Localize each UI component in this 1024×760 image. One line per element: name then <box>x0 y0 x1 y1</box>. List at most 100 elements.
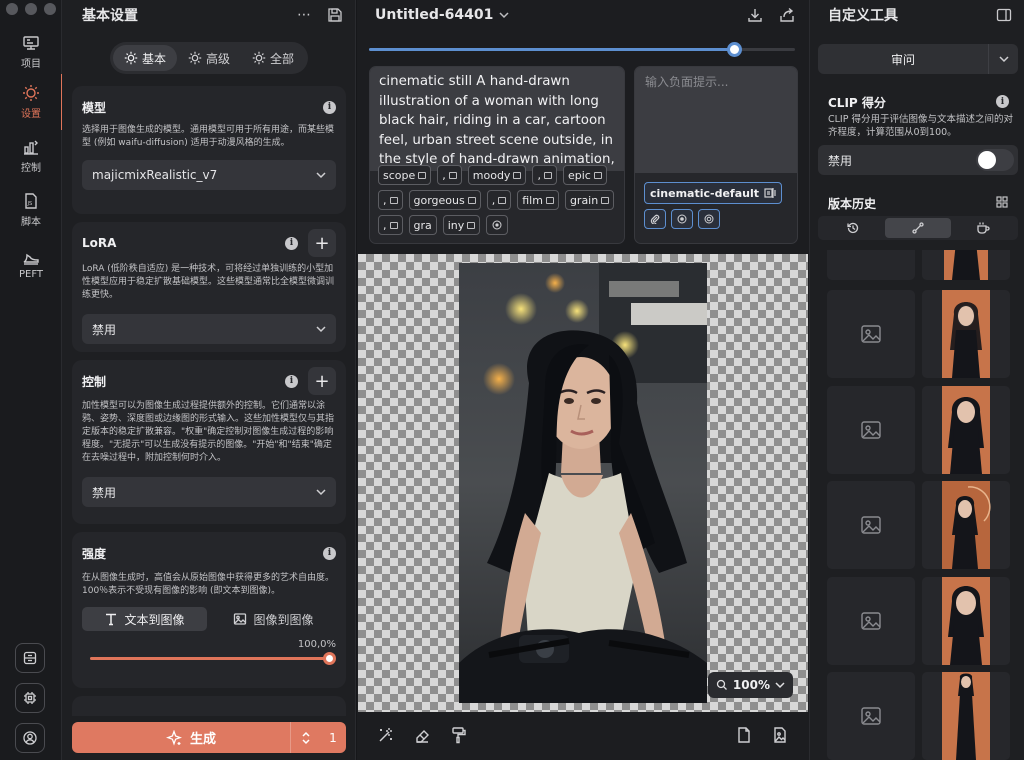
history-row[interactable] <box>810 386 1024 474</box>
chevron-down-icon <box>316 172 326 179</box>
add-lora-button[interactable]: + <box>308 229 336 257</box>
info-icon[interactable]: i <box>323 100 336 114</box>
prompt-chip[interactable]: moody <box>467 165 527 185</box>
chip-edit-icon <box>467 196 476 204</box>
prompt-chip-label: , <box>383 193 387 207</box>
model-select[interactable]: majicmixRealistic_v7 <box>82 160 336 190</box>
prompt-chip[interactable]: , <box>437 165 462 185</box>
history-tab-branch[interactable] <box>885 218 951 238</box>
history-thumbnail[interactable] <box>922 577 1010 665</box>
history-tab-cup[interactable] <box>951 218 1016 238</box>
hardware-button[interactable] <box>15 683 45 713</box>
image-icon <box>234 613 247 625</box>
image-to-image-button[interactable]: 图像到图像 <box>211 607 336 631</box>
history-placeholder <box>827 481 915 569</box>
chevron-down-icon <box>316 326 326 333</box>
record-button[interactable] <box>671 209 693 229</box>
history-thumbnail[interactable] <box>922 290 1010 378</box>
model-card: 模型 i 选择用于图像生成的模型。通用模型可用于所有用途，而某些模型 (例如 w… <box>72 86 346 214</box>
version-history-title: 版本历史 <box>828 197 877 211</box>
history-row[interactable] <box>810 481 1024 569</box>
target-icon <box>704 214 714 224</box>
prompt-chip[interactable]: gra <box>408 215 437 235</box>
add-control-button[interactable]: + <box>308 367 336 395</box>
style-chip[interactable]: cinematic-default <box>644 182 782 204</box>
history-row[interactable] <box>810 672 1024 760</box>
grid-icon[interactable] <box>996 196 1008 208</box>
rail-item-peft[interactable]: PEFT <box>0 242 62 286</box>
interrogate-button[interactable]: 审问 <box>818 51 988 68</box>
zoom-control[interactable]: 100% <box>707 672 793 698</box>
attach-button[interactable] <box>644 209 666 229</box>
count-stepper[interactable] <box>290 722 320 753</box>
document-title-menu[interactable]: Untitled-64401 <box>375 7 509 23</box>
info-icon[interactable]: i <box>996 95 1009 108</box>
layout-toggle-button[interactable] <box>15 643 45 673</box>
maximize-window-button[interactable] <box>44 3 56 15</box>
prompt-chip[interactable]: epic <box>562 165 607 185</box>
generated-image-art <box>459 263 707 703</box>
prompt-chip[interactable]: , <box>532 165 557 185</box>
prompt-input[interactable]: cinematic still A hand-drawn illustratio… <box>370 67 624 171</box>
user-icon <box>23 731 37 745</box>
prompt-chip[interactable] <box>486 215 509 235</box>
strength-slider[interactable] <box>90 652 336 665</box>
paint-roller-icon[interactable] <box>449 726 467 744</box>
save-icon[interactable] <box>327 7 343 23</box>
more-options-button[interactable]: ⋯ <box>297 7 311 23</box>
share-icon[interactable] <box>779 7 795 23</box>
close-window-button[interactable] <box>6 3 18 15</box>
account-button[interactable] <box>15 723 45 753</box>
image-placeholder-icon <box>861 325 881 343</box>
control-select[interactable]: 禁用 <box>82 477 336 507</box>
settings-button[interactable] <box>698 209 720 229</box>
prompt-chip[interactable]: grain <box>564 190 615 210</box>
prompt-chip[interactable]: iny <box>442 215 481 235</box>
history-thumbnail[interactable] <box>922 386 1010 474</box>
prompt-chip[interactable]: , <box>378 215 403 235</box>
tab-all[interactable]: 全部 <box>241 45 305 71</box>
text-to-image-button[interactable]: 文本到图像 <box>82 607 207 631</box>
info-icon[interactable]: i <box>285 374 298 388</box>
tab-basic[interactable]: 基本 <box>113 45 177 71</box>
rail-item-settings[interactable]: 设置 <box>0 74 63 130</box>
history-row[interactable] <box>810 577 1024 665</box>
prompt-chip[interactable]: , <box>378 190 403 210</box>
history-row[interactable] <box>810 250 1024 280</box>
minimize-window-button[interactable] <box>25 3 37 15</box>
steps-slider[interactable] <box>369 42 795 57</box>
interrogate-dropdown[interactable] <box>988 44 1018 74</box>
svg-text:JS: JS <box>27 201 33 207</box>
prompt-chip[interactable]: , <box>486 190 512 210</box>
prompt-chip[interactable]: scope <box>378 165 432 185</box>
image-canvas[interactable] <box>358 254 808 712</box>
version-history-list <box>810 250 1024 760</box>
info-icon[interactable]: i <box>323 546 336 560</box>
chip-edit-icon <box>513 171 522 179</box>
download-icon[interactable] <box>747 7 763 23</box>
new-document-icon[interactable] <box>735 726 753 744</box>
tab-advanced[interactable]: 高级 <box>177 45 241 71</box>
strength-slider-knob[interactable] <box>323 652 336 665</box>
rail-item-script[interactable]: JS 脚本 <box>0 188 62 232</box>
history-tab-timeline[interactable] <box>820 218 885 238</box>
prompt-chip[interactable]: gorgeous <box>408 190 481 210</box>
rail-item-project[interactable]: 项目 <box>0 30 62 74</box>
generate-button[interactable]: 生成 <box>72 728 290 747</box>
sun-icon <box>124 51 138 65</box>
magic-wand-icon[interactable] <box>377 726 395 744</box>
history-thumbnail[interactable] <box>922 672 1010 760</box>
history-thumbnail[interactable] <box>922 250 1010 280</box>
image-document-icon[interactable] <box>771 726 789 744</box>
negative-prompt-input[interactable]: 输入负面提示... <box>635 67 797 173</box>
rail-item-control[interactable]: 控制 <box>0 134 62 178</box>
prompt-chip[interactable]: film <box>517 190 559 210</box>
history-thumbnail[interactable] <box>922 481 1010 569</box>
info-icon[interactable]: i <box>285 236 298 250</box>
lora-select[interactable]: 禁用 <box>82 314 336 344</box>
steps-slider-knob[interactable] <box>727 42 743 57</box>
eraser-icon[interactable] <box>413 726 431 744</box>
history-row[interactable] <box>810 290 1024 378</box>
clip-score-switch[interactable] <box>976 149 1014 171</box>
sidebar-toggle-icon[interactable] <box>996 7 1012 23</box>
